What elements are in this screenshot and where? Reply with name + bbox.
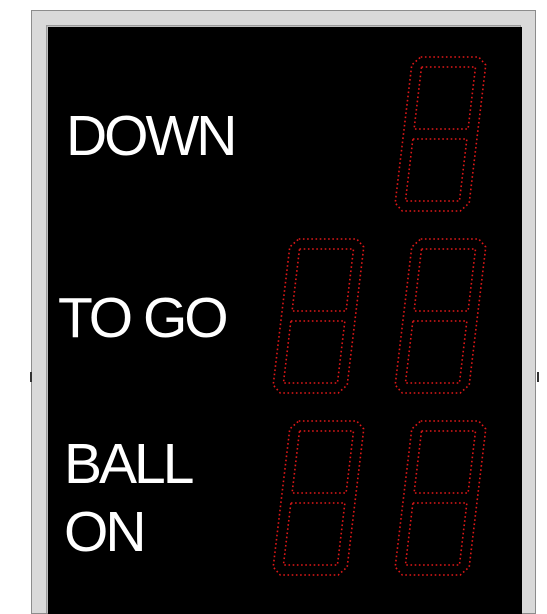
ball-on-ones-digit [394, 420, 487, 576]
label-ball-on-line1: BALL [64, 432, 194, 496]
down-digit [394, 56, 487, 212]
label-to-go: TO GO [58, 286, 229, 350]
ball-on-tens-digit [272, 420, 365, 576]
frame-mount-left [30, 372, 32, 382]
label-down: DOWN [66, 104, 237, 168]
frame-mount-right [537, 372, 539, 382]
label-ball-on-line2: ON [64, 500, 146, 564]
scoreboard-panel: DOWN TO GO BALL ON [48, 27, 522, 614]
to-go-ones-digit [394, 238, 487, 394]
to-go-tens-digit [272, 238, 365, 394]
